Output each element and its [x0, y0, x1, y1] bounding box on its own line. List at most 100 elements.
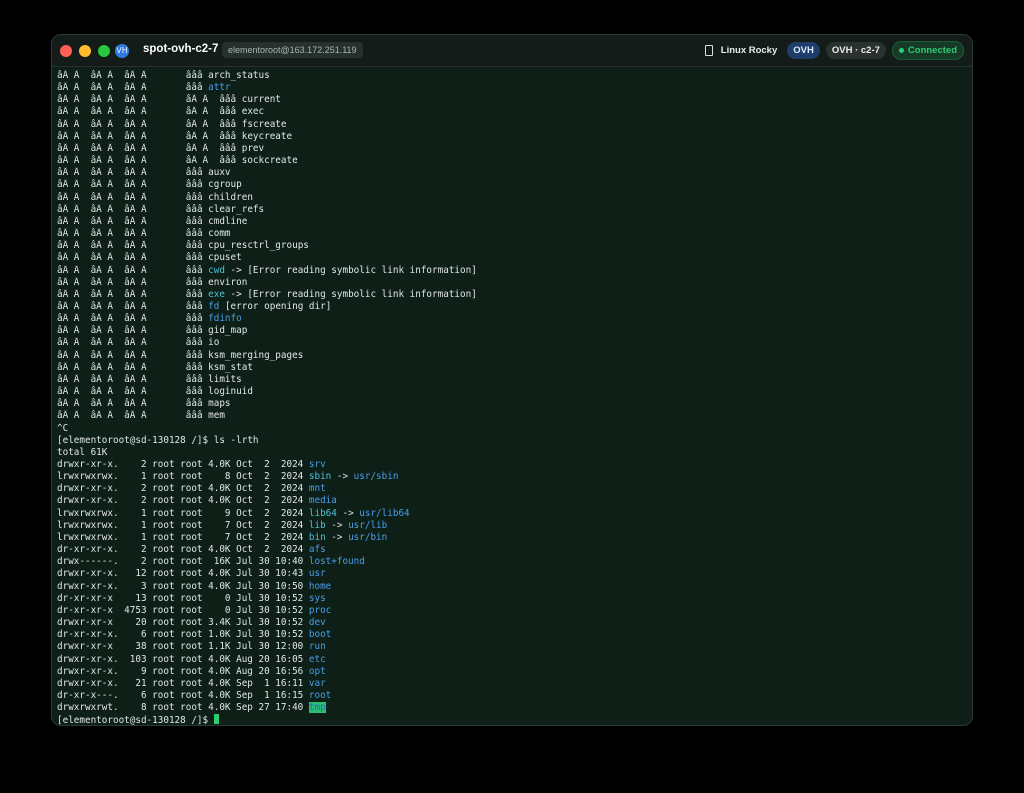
tree-entry-note: [error opening dir] [219, 300, 332, 312]
interrupt-line: ^C [57, 423, 967, 435]
listing-row: lrwxrwxrwx. 1 root root 7 Oct 2 2024 bin… [57, 532, 967, 544]
tree-prefix: âÂ Â âÂ Â âÂ Â [57, 203, 186, 215]
listing-row: dr-xr-xr-x. 2 root root 4.0K Oct 2 2024 … [57, 544, 967, 556]
tree-entry: âÂ Â âââ fscreate [185, 118, 287, 130]
window-title: spot-ovh-c2-7 [143, 43, 219, 55]
tree-entry: âââ loginuid [185, 386, 253, 398]
maximize-button[interactable] [98, 45, 110, 57]
tree-entry: âÂ Â âââ exec [185, 106, 265, 118]
tree-line: âÂ Â âÂ Â âÂ Â âââ clear_refs [57, 204, 967, 216]
listing-arrow: -> [331, 471, 354, 483]
listing-link-target: usr/lib64 [359, 507, 410, 519]
listing-row: lrwxrwxrwx. 1 root root 9 Oct 2 2024 lib… [57, 508, 967, 520]
listing-meta: dr-xr-x---. 6 root root 4.0K Sep 1 16:15 [57, 689, 309, 701]
listing-name: opt [308, 665, 326, 677]
listing-meta: lrwxrwxrwx. 1 root root 7 Oct 2 2024 [57, 531, 309, 543]
close-button[interactable] [60, 45, 72, 57]
tree-line: âÂ Â âÂ Â âÂ Â âââ limits [57, 374, 967, 386]
tree-prefix: âÂ Â âÂ Â âÂ Â [57, 349, 186, 361]
listing-meta: drwx------. 2 root root 16K Jul 30 10:40 [57, 556, 309, 568]
connection-status-label: Connected [907, 44, 957, 56]
tree-line: âÂ Â âÂ Â âÂ Â âââ cwd -> [Error reading… [57, 265, 967, 277]
listing-meta: lrwxrwxrwx. 1 root root 8 Oct 2 2024 [57, 471, 309, 483]
tree-entry: âââ gid_map [185, 325, 248, 337]
tree-prefix: âÂ Â âÂ Â âÂ Â [57, 191, 186, 203]
tree-entry: âââ clear_refs [185, 203, 265, 215]
app-icon: VH [115, 44, 129, 58]
tree-line: âÂ Â âÂ Â âÂ Â âÂ Â âââ sockcreate [57, 155, 967, 167]
tree-entry-note: -> [Error reading symbolic link informat… [224, 288, 477, 300]
listing-name: etc [308, 653, 326, 665]
tree-entry: âââ mem [185, 410, 225, 422]
tree-prefix: âÂ Â âÂ Â âÂ Â [57, 410, 186, 422]
tree-entry: âââ [185, 264, 209, 276]
listing-name: tmp [308, 702, 326, 714]
tree-prefix: âÂ Â âÂ Â âÂ Â [57, 82, 186, 94]
tree-prefix: âÂ Â âÂ Â âÂ Â [57, 142, 186, 154]
tree-entry: âââ io [185, 337, 220, 349]
tree-prefix: âÂ Â âÂ Â âÂ Â [57, 276, 186, 288]
listing-meta: drwxr-xr-x 20 root root 3.4K Jul 30 10:5… [57, 617, 309, 629]
listing-meta: dr-xr-xr-x. 2 root root 4.0K Oct 2 2024 [57, 544, 309, 556]
listing-name: proc [308, 604, 332, 616]
listing-meta: drwxr-xr-x. 2 root root 4.0K Oct 2 2024 [57, 495, 309, 507]
interrupt-text: ^C [57, 422, 69, 434]
listing-link-target: usr/sbin [353, 471, 399, 483]
listing-row: dr-xr-x---. 6 root root 4.0K Sep 1 16:15… [57, 690, 967, 702]
listing-row: dr-xr-xr-x 4753 root root 0 Jul 30 10:52… [57, 605, 967, 617]
tree-line: âÂ Â âÂ Â âÂ Â âââ io [57, 337, 967, 349]
region-badge[interactable]: OVH · c2-7 [825, 41, 886, 59]
listing-name: mnt [308, 483, 326, 495]
tree-line: âÂ Â âÂ Â âÂ Â âââ mem [57, 410, 967, 422]
tree-entry: âââ [185, 82, 209, 94]
listing-row: drwxr-xr-x. 12 root root 4.0K Jul 30 10:… [57, 568, 967, 580]
tree-prefix: âÂ Â âÂ Â âÂ Â [57, 398, 186, 410]
tree-entry: âââ maps [185, 398, 231, 410]
listing-meta: drwxr-xr-x. 2 root root 4.0K Oct 2 2024 [57, 459, 309, 470]
tree-entry: âââ cgroup [185, 179, 242, 191]
tree-line: âÂ Â âÂ Â âÂ Â âââ cpu_resctrl_groups [57, 240, 967, 252]
tree-entry: âÂ Â âââ prev [185, 142, 265, 154]
tree-entry: âÂ Â âââ sockcreate [185, 155, 298, 167]
os-label: Linux Rocky [720, 44, 778, 56]
listing-name: lib [308, 519, 326, 531]
tree-prefix: âÂ Â âÂ Â âÂ Â [57, 118, 186, 130]
connection-status-badge[interactable]: Connected [891, 40, 964, 60]
listing-row: drwx------. 2 root root 16K Jul 30 10:40… [57, 556, 967, 568]
tree-line: âÂ Â âÂ Â âÂ Â âââ environ [57, 277, 967, 289]
tree-prefix: âÂ Â âÂ Â âÂ Â [57, 361, 186, 373]
tree-line: âÂ Â âÂ Â âÂ Â âââ comm [57, 228, 967, 240]
tree-entry: âââ children [185, 191, 253, 203]
tree-entry: âââ limits [185, 373, 242, 385]
listing-row: lrwxrwxrwx. 1 root root 7 Oct 2 2024 lib… [57, 520, 967, 532]
tree-entry-name: cwd [208, 264, 225, 276]
listing-arrow: -> [336, 507, 360, 519]
terminal-output[interactable]: âÂ Â âÂ Â âÂ Â âââ arch_status âÂ Â âÂ Â … [57, 70, 967, 725]
shell-prompt: [elementoroot@sd-130128 /]$ [57, 715, 214, 726]
listing-meta: dr-xr-xr-x 13 root root 0 Jul 30 10:52 [57, 592, 309, 604]
listing-name: root [308, 689, 332, 701]
tree-line: âÂ Â âÂ Â âÂ Â âââ attr [57, 82, 967, 94]
listing-total: total 61K [57, 446, 108, 458]
tree-prefix: âÂ Â âÂ Â âÂ Â [57, 70, 186, 81]
tree-line: âÂ Â âÂ Â âÂ Â âââ loginuid [57, 386, 967, 398]
title-bar[interactable]: VH spot-ovh-c2-7 elementoroot@163.172.25… [52, 35, 972, 67]
listing-name: usr [308, 568, 326, 580]
provider-badge[interactable]: OVH [787, 41, 820, 59]
tree-line: âÂ Â âÂ Â âÂ Â âââ maps [57, 398, 967, 410]
tree-line: âÂ Â âÂ Â âÂ Â âÂ Â âââ keycreate [57, 131, 967, 143]
status-dot-icon [898, 47, 904, 53]
listing-meta: lrwxrwxrwx. 1 root root 9 Oct 2 2024 [57, 507, 309, 519]
listing-meta: lrwxrwxrwx. 1 root root 7 Oct 2 2024 [57, 519, 309, 531]
minimize-button[interactable] [79, 45, 91, 57]
listing-name: lib64 [308, 507, 337, 519]
listing-meta: drwxr-xr-x. 2 root root 4.0K Oct 2 2024 [57, 483, 309, 495]
listing-arrow: -> [325, 531, 349, 543]
tree-line: âÂ Â âÂ Â âÂ Â âââ children [57, 192, 967, 204]
tree-entry: âââ [185, 288, 209, 300]
tree-entry: âââ cpuset [185, 252, 242, 264]
tree-line: âÂ Â âÂ Â âÂ Â âââ cpuset [57, 252, 967, 264]
device-icon [704, 44, 713, 56]
listing-row: drwxr-xr-x 38 root root 1.1K Jul 30 12:0… [57, 641, 967, 653]
tree-prefix: âÂ Â âÂ Â âÂ Â [57, 155, 186, 167]
